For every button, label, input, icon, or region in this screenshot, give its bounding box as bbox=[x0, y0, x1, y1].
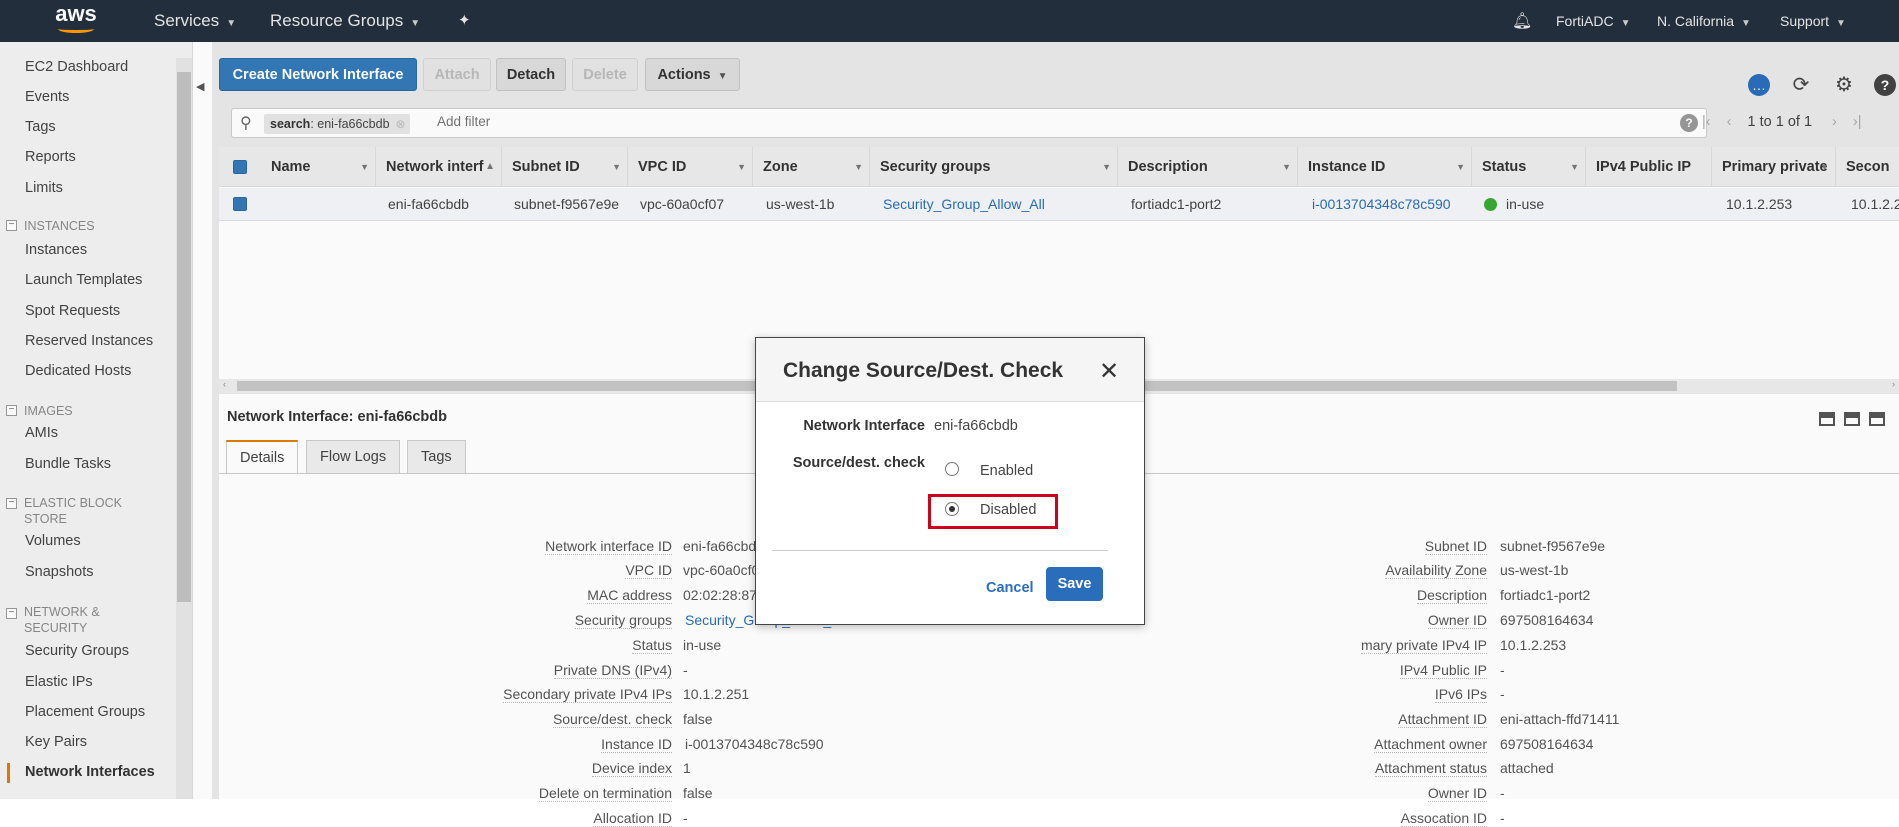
enabled-radio[interactable] bbox=[945, 462, 959, 476]
cancel-button[interactable]: Cancel bbox=[986, 580, 1034, 596]
save-button[interactable]: Save bbox=[1046, 567, 1103, 601]
network-interface-label: Network Interface bbox=[803, 418, 925, 434]
change-source-dest-check-dialog: Change Source/Dest. Check ✕ Network Inte… bbox=[755, 337, 1145, 625]
label-association-id: Assocation ID bbox=[1400, 810, 1487, 827]
close-icon[interactable]: ✕ bbox=[1099, 357, 1119, 386]
disabled-radio-label[interactable]: Disabled bbox=[980, 502, 1036, 518]
label-allocation-id: Allocation ID bbox=[593, 810, 672, 827]
dialog-header: Change Source/Dest. Check ✕ bbox=[756, 338, 1144, 402]
network-interface-value: eni-fa66cbdb bbox=[934, 418, 1018, 434]
disabled-radio[interactable] bbox=[945, 502, 959, 516]
enabled-radio-label[interactable]: Enabled bbox=[980, 463, 1033, 479]
dialog-divider bbox=[772, 550, 1108, 551]
dialog-title: Change Source/Dest. Check bbox=[783, 359, 1064, 382]
source-dest-check-label: Source/dest. check bbox=[792, 455, 925, 471]
value-allocation-id: - bbox=[683, 810, 688, 826]
value-association-id: - bbox=[1500, 810, 1505, 826]
